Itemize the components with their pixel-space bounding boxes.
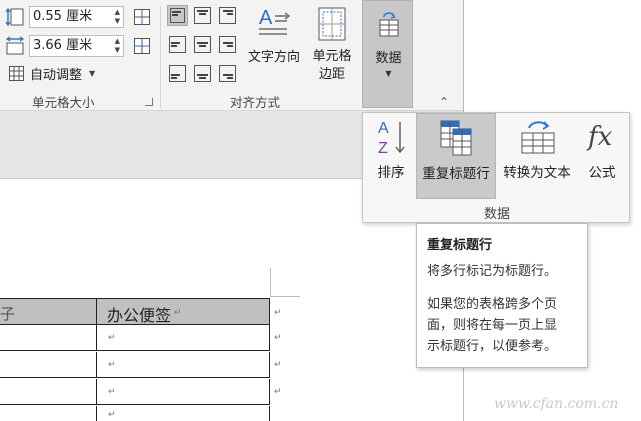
tooltip-summary: 将多行标记为标题行。 [427, 264, 558, 279]
column-width-icon [5, 36, 25, 56]
repeat-header-rows-label: 重复标题行 [422, 166, 490, 182]
cell-size-group-label: 单元格大小 [32, 95, 95, 110]
convert-to-text-button[interactable]: 转换为文本 [497, 113, 577, 199]
row-height-spinner[interactable]: ▲ ▼ [115, 8, 120, 26]
table-header-row[interactable]: 子 办公便签 ↵ ↵ [0, 298, 282, 325]
column-width-input[interactable]: 3.66 厘米 ▲ ▼ [29, 35, 124, 57]
tooltip-title: 重复标题行 [427, 238, 493, 253]
distribute-rows-icon[interactable] [133, 8, 151, 26]
tooltip-detail-line: 如果您的表格跨多个页 [427, 297, 558, 312]
paragraph-mark: ↵ [108, 410, 116, 420]
paragraph-mark: ↵ [174, 308, 182, 318]
table-corner-mark [270, 296, 300, 297]
autofit-label: 自动调整 [30, 68, 83, 83]
repeat-header-rows-icon [439, 119, 475, 157]
repeat-header-rows-tooltip: 重复标题行 将多行标记为标题行。 如果您的表格跨多个页 面，则将在每一页上显 示… [416, 223, 588, 368]
distribute-columns-icon[interactable] [133, 37, 151, 55]
row-height-row: 0.55 厘米 ▲ ▼ [5, 6, 124, 28]
svg-text:A: A [378, 120, 389, 137]
formula-fx-icon: fx [586, 117, 620, 155]
paragraph-mark: ↵ [274, 360, 282, 370]
paragraph-mark: ↵ [108, 387, 116, 397]
paragraph-mark: ↵ [108, 360, 116, 370]
text-direction-icon: A [257, 4, 293, 40]
header-cell-text: 办公便签 [107, 306, 172, 325]
column-width-row: 3.66 厘米 ▲ ▼ [5, 35, 124, 57]
cell-margins-button[interactable]: 单元格 边距 [307, 4, 357, 88]
column-width-spinner[interactable]: ▲ ▼ [115, 37, 120, 55]
sort-label: 排序 [377, 165, 405, 181]
autofit-dropdown-icon: ▼ [89, 69, 96, 78]
align-middle-right-button[interactable] [217, 34, 238, 55]
text-direction-button[interactable]: A 文字方向 [243, 4, 305, 88]
cell-margins-label-line2: 边距 [318, 67, 345, 82]
formula-label: 公式 [588, 165, 616, 181]
collapse-ribbon-icon[interactable]: ⌃ [439, 95, 449, 109]
table-corner-mark [270, 268, 271, 296]
header-cell-partial: 子 [0, 305, 16, 323]
table-row[interactable]: ↵ ↵ [0, 325, 282, 351]
row-height-input[interactable]: 0.55 厘米 ▲ ▼ [29, 6, 124, 28]
table-row[interactable]: ↵ ↵ [0, 379, 282, 405]
row-height-value: 0.55 厘米 [33, 9, 93, 24]
align-top-left-button[interactable] [167, 5, 188, 26]
data-flyout-panel: A Z 排序 重复标题行 转换为文本 fx 公式 数据 [362, 112, 630, 223]
align-top-right-button[interactable] [217, 5, 238, 26]
convert-to-text-label: 转换为文本 [503, 165, 571, 181]
paragraph-mark: ↵ [274, 333, 282, 343]
align-middle-left-button[interactable] [167, 34, 188, 55]
alignment-group-label: 对齐方式 [230, 95, 281, 110]
text-direction-label: 文字方向 [247, 50, 300, 65]
data-group-label: 数据 [483, 207, 510, 222]
svg-text:Z: Z [378, 140, 388, 156]
table-row[interactable]: ↵ ↵ [0, 352, 282, 378]
sort-button[interactable]: A Z 排序 [367, 113, 415, 199]
tooltip-detail-line: 面，则将在每一页上显 [427, 318, 558, 333]
align-top-center-button[interactable] [192, 5, 213, 26]
autofit-button[interactable]: 自动调整 ▼ [8, 64, 95, 83]
table-row[interactable]: ↵ [0, 406, 270, 421]
repeat-header-rows-button[interactable]: 重复标题行 [416, 113, 496, 199]
align-bottom-right-button[interactable] [217, 63, 238, 84]
data-icon [377, 11, 401, 39]
watermark: www.cfan.com.cn [494, 396, 619, 412]
data-button[interactable]: 数据 ▼ [362, 0, 413, 108]
svg-text:fx: fx [586, 122, 613, 152]
autofit-icon [8, 65, 25, 82]
cell-margins-label-line1: 单元格 [312, 49, 352, 64]
group-separator [160, 6, 161, 108]
paragraph-mark: ↵ [108, 333, 116, 343]
align-bottom-center-button[interactable] [192, 63, 213, 84]
align-middle-center-button[interactable] [192, 34, 213, 55]
cell-margins-icon [317, 6, 347, 42]
paragraph-mark: ↵ [274, 387, 282, 397]
convert-to-text-icon [519, 118, 557, 156]
svg-text:A: A [259, 7, 273, 29]
formula-button[interactable]: fx 公式 [578, 113, 626, 199]
cell-size-dialog-launcher-icon[interactable] [145, 98, 153, 106]
paragraph-mark: ↵ [274, 308, 282, 318]
data-dropdown-icon: ▼ [385, 69, 392, 78]
tooltip-detail-line: 示标题行，以便参考。 [427, 339, 558, 354]
sort-az-icon: A Z [377, 118, 407, 156]
row-height-icon [5, 7, 25, 27]
align-bottom-left-button[interactable] [167, 63, 188, 84]
column-width-value: 3.66 厘米 [33, 38, 93, 53]
data-button-label: 数据 [375, 51, 402, 66]
